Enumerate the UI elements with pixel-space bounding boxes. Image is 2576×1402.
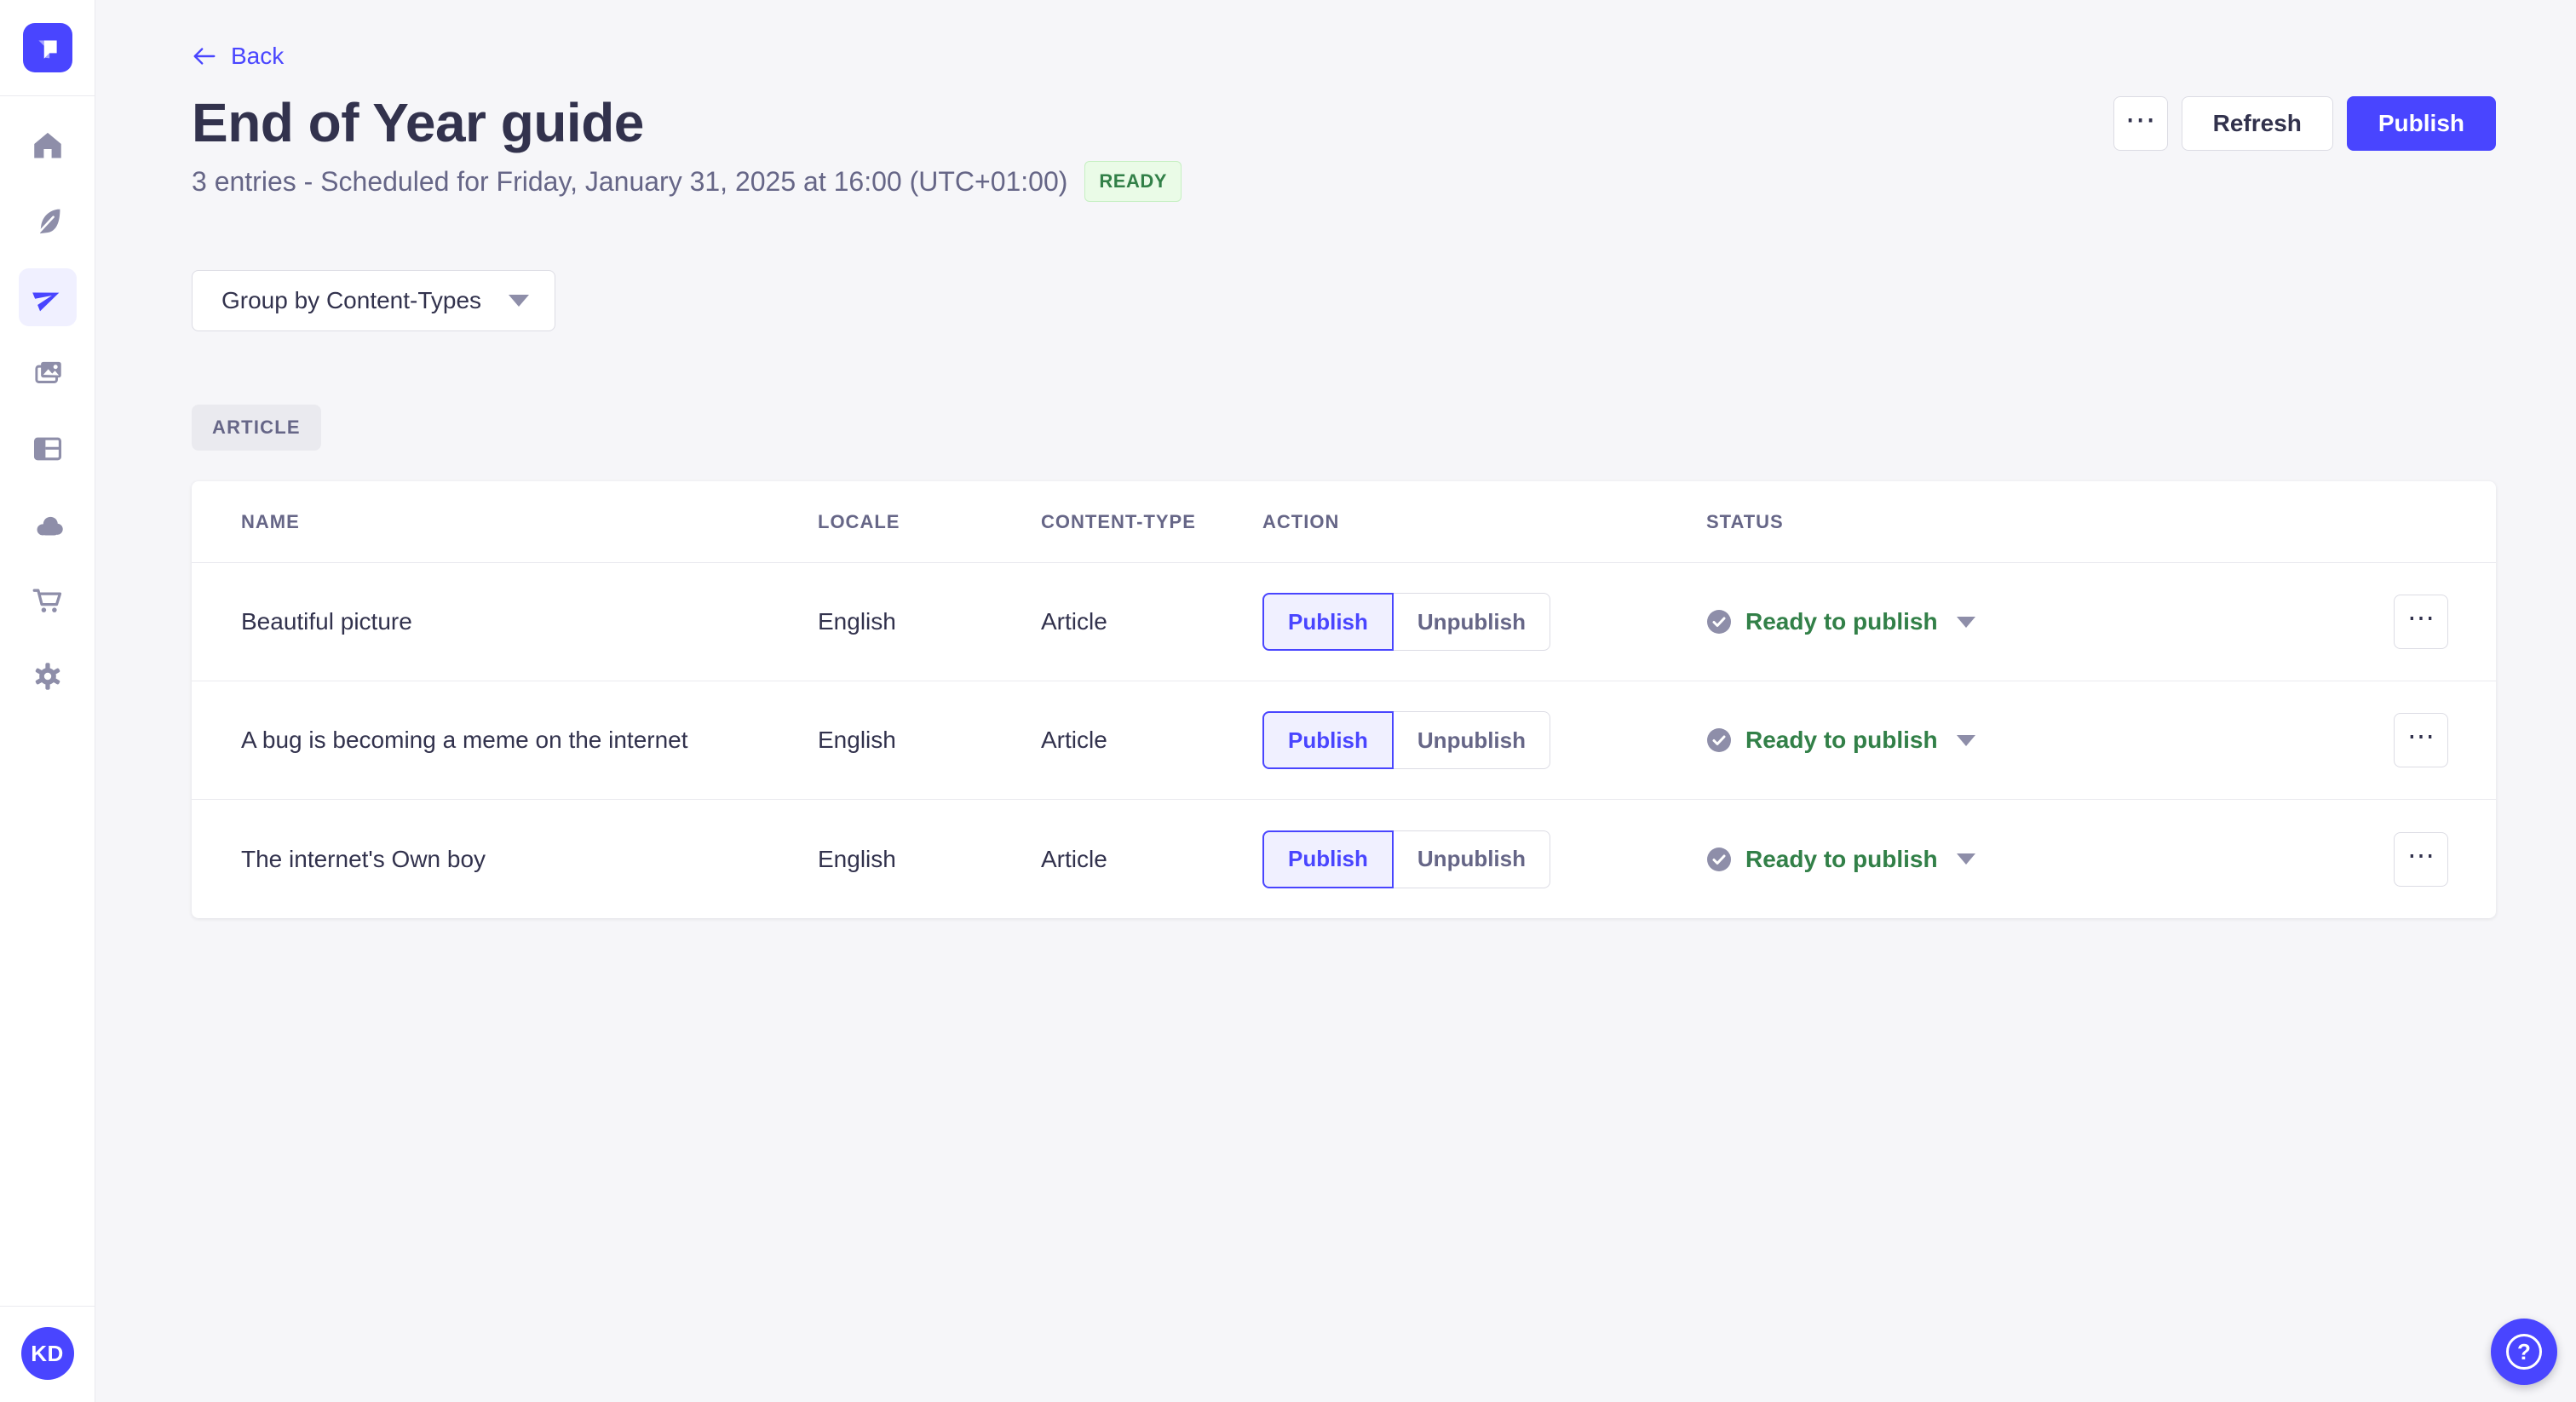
sidebar-item-home[interactable] — [19, 117, 77, 175]
row-more-button[interactable]: ⋯ — [2394, 713, 2448, 767]
publish-option-button[interactable]: Publish — [1262, 830, 1394, 888]
entry-name: Beautiful picture — [241, 608, 412, 635]
toolbar: Group by Content-Types — [192, 270, 2496, 331]
more-icon: ⋯ — [2407, 839, 2435, 871]
layout-icon — [33, 437, 61, 461]
unpublish-option-button[interactable]: Unpublish — [1393, 711, 1550, 769]
unpublish-option-button[interactable]: Unpublish — [1393, 593, 1550, 651]
refresh-button[interactable]: Refresh — [2181, 96, 2333, 151]
more-icon: ⋯ — [2407, 721, 2435, 751]
entries-table-card: NAME LOCALE CONTENT-TYPE ACTION STATUS B… — [192, 481, 2496, 918]
sidebar-item-releases[interactable] — [18, 268, 77, 326]
row-more-button[interactable]: ⋯ — [2394, 831, 2448, 887]
action-toggle: Publish Unpublish — [1262, 830, 1706, 888]
sidebar: KD — [0, 0, 95, 1402]
column-header-action: ACTION — [1262, 510, 1340, 532]
entry-status[interactable]: Ready to publish — [1706, 608, 1975, 635]
logo-container — [0, 0, 95, 96]
publish-option-button[interactable]: Publish — [1262, 593, 1394, 651]
sidebar-item-content-type-builder[interactable] — [19, 420, 77, 478]
table-row: Beautiful picture English Article Publis… — [192, 563, 2496, 681]
sidebar-nav — [18, 117, 77, 705]
sidebar-item-content-manager[interactable] — [19, 192, 77, 250]
check-circle-icon — [1707, 728, 1731, 752]
main-content: Back End of Year guide ⋯ Refresh Publish… — [95, 0, 2576, 918]
release-meta: 3 entries - Scheduled for Friday, Januar… — [192, 161, 2496, 202]
sidebar-item-media-library[interactable] — [19, 344, 77, 402]
release-more-button[interactable]: ⋯ — [2113, 96, 2168, 151]
page-title: End of Year guide — [192, 92, 644, 153]
check-circle-icon — [1707, 847, 1731, 871]
column-header-status: STATUS — [1706, 510, 1784, 532]
strapi-logo-icon — [37, 40, 57, 59]
sidebar-item-marketplace[interactable] — [19, 572, 77, 629]
entry-name: A bug is becoming a meme on the internet — [241, 727, 688, 753]
column-header-name: NAME — [241, 510, 300, 532]
action-toggle: Publish Unpublish — [1262, 711, 1706, 769]
more-icon: ⋯ — [2407, 602, 2435, 633]
entry-locale: English — [818, 608, 896, 635]
entry-locale: English — [818, 727, 896, 753]
home-icon — [33, 132, 61, 158]
action-toggle: Publish Unpublish — [1262, 593, 1706, 651]
sidebar-item-settings[interactable] — [19, 647, 77, 705]
user-avatar[interactable]: KD — [20, 1327, 74, 1380]
more-icon: ⋯ — [2125, 101, 2156, 136]
table-row: A bug is becoming a meme on the internet… — [192, 681, 2496, 800]
group-by-value: Group by Content-Types — [221, 287, 482, 313]
column-header-content-type: CONTENT-TYPE — [1041, 510, 1196, 532]
group-by-select[interactable]: Group by Content-Types — [192, 270, 556, 331]
group-label-article: ARTICLE — [192, 405, 321, 451]
images-icon — [34, 361, 61, 383]
status-badge: READY — [1084, 161, 1182, 202]
entry-status-label: Ready to publish — [1745, 608, 1938, 635]
header-actions: ⋯ Refresh Publish — [2113, 96, 2496, 151]
entry-locale: English — [818, 845, 896, 872]
question-mark-icon: ? — [2506, 1334, 2542, 1370]
cloud-icon — [37, 516, 63, 536]
cart-icon — [32, 589, 61, 612]
publish-release-button[interactable]: Publish — [2346, 96, 2496, 151]
publish-option-button[interactable]: Publish — [1262, 711, 1394, 769]
back-link[interactable]: Back — [192, 43, 284, 70]
sidebar-item-deploy[interactable] — [19, 496, 77, 554]
gear-icon — [35, 663, 60, 690]
chevron-down-icon — [1956, 616, 1975, 628]
unpublish-option-button[interactable]: Unpublish — [1393, 830, 1550, 888]
entry-status-label: Ready to publish — [1745, 727, 1938, 753]
release-schedule-text: 3 entries - Scheduled for Friday, Januar… — [192, 165, 1068, 197]
entry-status[interactable]: Ready to publish — [1706, 846, 1975, 873]
back-label: Back — [231, 43, 285, 69]
entry-status[interactable]: Ready to publish — [1706, 727, 1975, 754]
column-header-locale: LOCALE — [818, 510, 900, 532]
chevron-down-icon — [509, 295, 530, 307]
paper-plane-icon — [32, 292, 59, 312]
feather-icon — [37, 209, 60, 234]
entry-content-type: Article — [1041, 608, 1107, 635]
sidebar-footer: KD — [0, 1306, 95, 1402]
entry-name: The internet's Own boy — [241, 845, 486, 872]
chevron-down-icon — [1956, 734, 1975, 746]
table-header-row: NAME LOCALE CONTENT-TYPE ACTION STATUS — [192, 481, 2496, 563]
entry-status-label: Ready to publish — [1745, 845, 1938, 872]
entry-content-type: Article — [1041, 845, 1107, 872]
strapi-logo[interactable] — [22, 23, 72, 72]
row-more-button[interactable]: ⋯ — [2394, 595, 2448, 649]
chevron-down-icon — [1956, 853, 1975, 865]
check-circle-icon — [1707, 610, 1731, 634]
help-button[interactable]: ? — [2491, 1319, 2557, 1385]
table-row: The internet's Own boy English Article P… — [192, 800, 2496, 918]
header-row: End of Year guide ⋯ Refresh Publish — [192, 93, 2496, 152]
entry-content-type: Article — [1041, 727, 1107, 753]
arrow-left-icon — [193, 48, 216, 65]
